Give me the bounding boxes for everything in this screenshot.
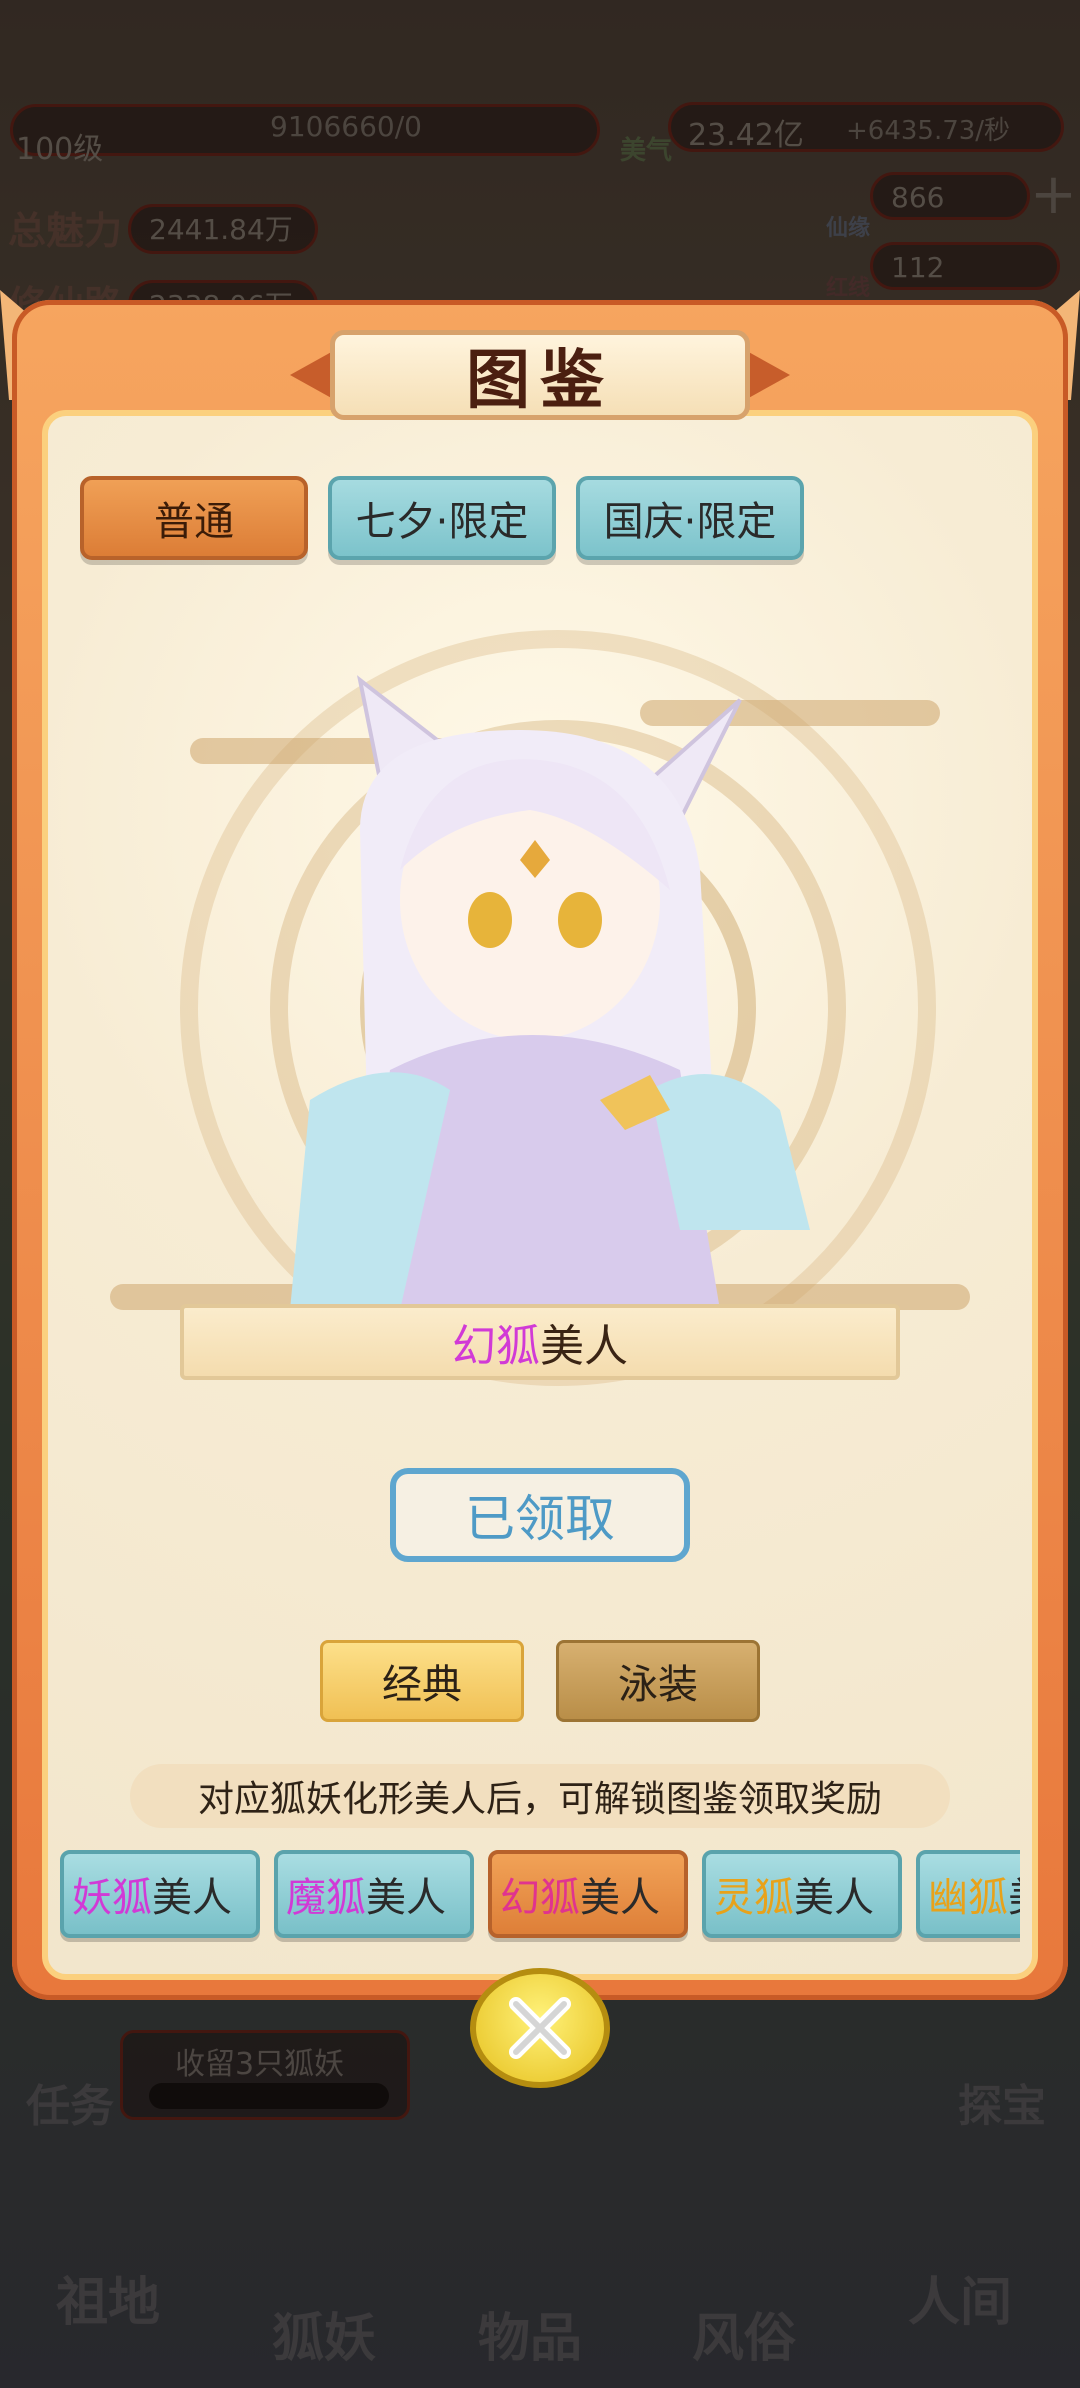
- character-name: 幻狐 美人: [180, 1304, 900, 1380]
- modal-title: 图鉴: [330, 330, 750, 420]
- skin-classic-button[interactable]: 经典: [320, 1640, 524, 1722]
- character-chip-mohu[interactable]: 魔狐 美人: [274, 1850, 474, 1938]
- character-name-prefix: 幻狐: [452, 1321, 540, 1372]
- skin-swimsuit-button[interactable]: 泳装: [556, 1640, 760, 1722]
- character-portrait: [290, 675, 810, 1310]
- character-chip-linghu[interactable]: 灵狐 美人: [702, 1850, 902, 1938]
- character-chip-huanhu[interactable]: 幻狐 美人: [488, 1850, 688, 1938]
- unlock-hint: 对应狐妖化形美人后，可解锁图鉴领取奖励: [130, 1764, 950, 1828]
- character-name-suffix: 美人: [540, 1321, 628, 1372]
- close-button[interactable]: [470, 1968, 610, 2088]
- tab-guoqing[interactable]: 国庆·限定: [576, 476, 804, 560]
- character-chip-yaohu[interactable]: 妖狐 美人: [60, 1850, 260, 1938]
- character-list: 妖狐美人 魔狐美人 幻狐美人 灵狐美人 幽狐美: [58, 1846, 1020, 1946]
- tab-normal[interactable]: 普通: [80, 476, 308, 560]
- close-icon: [509, 1997, 571, 2059]
- tab-qixi[interactable]: 七夕·限定: [328, 476, 556, 560]
- character-chip-youhu[interactable]: 幽狐美: [916, 1850, 1020, 1938]
- claimed-button[interactable]: 已领取: [390, 1468, 690, 1562]
